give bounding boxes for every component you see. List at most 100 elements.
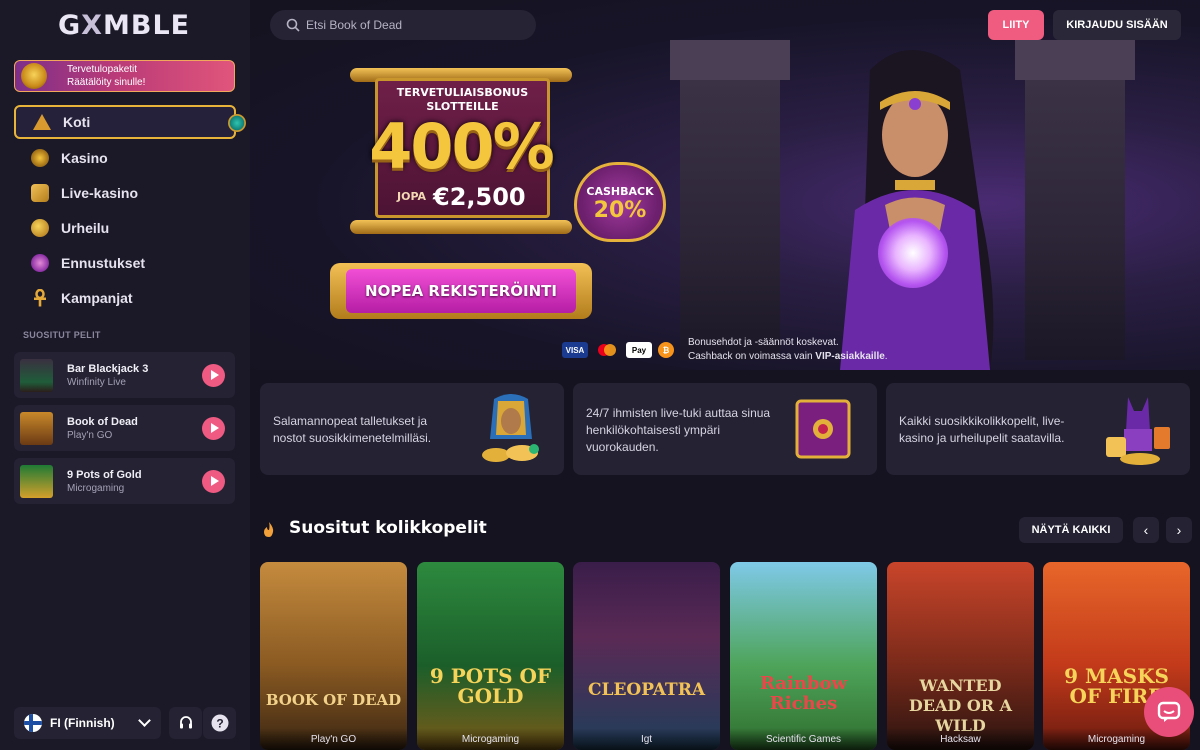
slot-card-cleopatra[interactable]: CLEOPATRA Igt: [573, 562, 720, 750]
bonus-up-to: JOPA: [397, 190, 427, 203]
help-button[interactable]: ?: [203, 707, 236, 739]
sidebar-item-koti[interactable]: Koti: [14, 105, 246, 139]
slot-card-9-pots-of-gold[interactable]: 9 POTS OF GOLD Microgaming: [417, 562, 564, 750]
feature-card-payments: Salamannopeat talletukset ja nostot suos…: [260, 383, 564, 475]
slot-card-wanted[interactable]: WANTED DEAD OR A WILD Hacksaw: [887, 562, 1034, 750]
payment-methods: VISA Pay ₿: [562, 342, 674, 358]
svg-text:?: ?: [216, 717, 223, 731]
slot-provider: Microgaming: [417, 728, 564, 750]
slot-title: CLEOPATRA: [587, 680, 706, 700]
bitcoin-icon: ₿: [658, 342, 674, 358]
cat-dice-icon: [1106, 397, 1170, 465]
active-gem-icon: [228, 114, 246, 132]
search-icon: [286, 18, 300, 32]
temple-pillar: [670, 40, 790, 360]
sidebar-item-live-kasino[interactable]: Live-kasino: [14, 176, 236, 210]
join-button[interactable]: LIITY: [988, 10, 1044, 40]
search-input[interactable]: Etsi Book of Dead: [270, 10, 536, 40]
headset-icon: [179, 716, 192, 729]
chevron-down-icon: [138, 714, 151, 727]
pharaoh-gold-icon: [482, 394, 539, 462]
scroll-rod: [350, 220, 572, 234]
sidebar: GXMBLE Tervetulopaketit Räätälöity sinul…: [0, 0, 250, 750]
game-name: 9 Pots of Gold: [67, 469, 142, 481]
game-provider: Winfinity Live: [67, 377, 126, 388]
sidebar-item-label: Kampanjat: [61, 290, 133, 306]
slot-provider: Scientific Games: [730, 728, 877, 750]
slot-card-rainbow-riches[interactable]: Rainbow Riches Scientific Games: [730, 562, 877, 750]
support-button[interactable]: [169, 707, 202, 739]
cashback-badge: CASHBACK 20%: [574, 162, 666, 242]
game-provider: Microgaming: [67, 483, 125, 494]
popular-game-card[interactable]: Book of Dead Play'n GO: [14, 405, 235, 451]
next-arrow-button[interactable]: ›: [1166, 517, 1192, 543]
sidebar-item-label: Live-kasino: [61, 185, 139, 201]
slot-title: BOOK OF DEAD: [265, 691, 402, 709]
welcome-subtitle: Räätälöity sinulle!: [67, 77, 146, 88]
live-chat-button[interactable]: [1144, 687, 1194, 737]
play-icon[interactable]: [202, 470, 225, 493]
ball-icon: [31, 219, 49, 237]
sidebar-item-kasino[interactable]: Kasino: [14, 141, 236, 175]
language-select[interactable]: FI (Finnish): [14, 707, 161, 739]
finland-flag-icon: [24, 714, 42, 732]
feature-text: Kaikki suosikkikolikkopelit, live-kasino…: [899, 414, 1065, 445]
bonus-terms: Bonusehdot ja -säännöt koskevat. Cashbac…: [688, 337, 888, 362]
casino-chip-icon: [31, 149, 49, 167]
slot-provider: Igt: [573, 728, 720, 750]
sidebar-item-ennustukset[interactable]: Ennustukset: [14, 246, 236, 280]
cashback-label: CASHBACK: [586, 185, 654, 198]
cashback-value: 20%: [593, 198, 647, 223]
feature-card-support: 24/7 ihmisten live-tuki auttaa sinua hen…: [573, 383, 877, 475]
dice-icon: [31, 184, 49, 202]
quick-register-button[interactable]: NOPEA REKISTERÖINTI: [330, 263, 592, 319]
sidebar-item-label: Kasino: [61, 150, 108, 166]
slot-title: 9 POTS OF GOLD: [429, 664, 552, 708]
chat-icon: [1157, 701, 1181, 722]
welcome-badge-icon: [21, 63, 47, 89]
search-placeholder: Etsi Book of Dead: [306, 18, 403, 32]
game-name: Book of Dead: [67, 416, 138, 428]
fire-icon: [264, 522, 274, 537]
sorceress-illustration: [840, 50, 994, 370]
play-icon[interactable]: [202, 364, 225, 387]
sidebar-item-label: Ennustukset: [61, 255, 146, 271]
language-label: FI (Finnish): [50, 716, 115, 730]
prev-arrow-button[interactable]: ‹: [1133, 517, 1159, 543]
section-title: Suositut kolikkopelit: [289, 518, 487, 538]
sidebar-item-label: Koti: [63, 114, 91, 130]
sidebar-item-kampanjat[interactable]: Kampanjat: [14, 281, 236, 315]
welcome-title: Tervetulopaketit: [67, 64, 138, 75]
game-thumbnail: [20, 412, 53, 445]
bonus-amount: €2,500: [433, 183, 526, 211]
slot-provider: Play'n GO: [260, 728, 407, 750]
feature-text: 24/7 ihmisten live-tuki auttaa sinua hen…: [586, 406, 771, 454]
bonus-percent: 400%: [369, 110, 555, 183]
site-logo[interactable]: GXMBLE: [58, 10, 190, 41]
view-all-button[interactable]: NÄYTÄ KAIKKI: [1019, 517, 1123, 543]
slot-card-book-of-dead[interactable]: BOOK OF DEAD Play'n GO: [260, 562, 407, 750]
slot-title: WANTED DEAD OR A WILD: [908, 676, 1013, 735]
welcome-package-banner[interactable]: Tervetulopaketit Räätälöity sinulle!: [14, 60, 235, 92]
login-button[interactable]: KIRJAUDU SISÄÄN: [1053, 10, 1181, 40]
magic-orb: [878, 218, 948, 288]
apple-pay-icon: Pay: [626, 342, 652, 358]
feature-card-games: Kaikki suosikkikolikkopelit, live-kasino…: [886, 383, 1190, 475]
slot-provider: Hacksaw: [887, 728, 1034, 750]
pyramid-icon: [33, 114, 51, 130]
mastercard-icon: [594, 342, 620, 358]
sidebar-item-urheilu[interactable]: Urheilu: [14, 211, 236, 245]
help-icon: ?: [211, 714, 228, 732]
popular-game-card[interactable]: 9 Pots of Gold Microgaming: [14, 458, 235, 504]
ankh-icon: [31, 288, 49, 307]
slot-title: Rainbow Riches: [759, 673, 848, 714]
game-thumbnail: [20, 359, 53, 392]
game-name: Bar Blackjack 3: [67, 363, 149, 375]
play-icon[interactable]: [202, 417, 225, 440]
game-provider: Play'n GO: [67, 430, 113, 441]
magic-book-icon: [795, 399, 851, 459]
popular-game-card[interactable]: Bar Blackjack 3 Winfinity Live: [14, 352, 235, 398]
game-thumbnail: [20, 465, 53, 498]
popular-games-heading: SUOSITUT PELIT: [23, 330, 101, 340]
register-label: NOPEA REKISTERÖINTI: [346, 269, 576, 313]
